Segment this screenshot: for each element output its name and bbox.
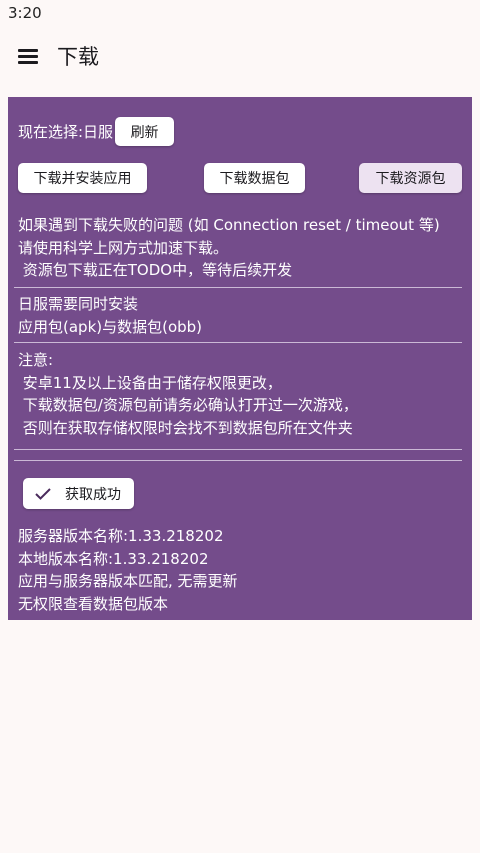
android-notice: 注意: 安卓11及以上设备由于储存权限更改， 下载数据包/资源包前请务必确认打开… [18,349,462,439]
version-info: 服务器版本名称:1.33.218202 本地版本名称:1.33.218202 应… [18,525,462,615]
notice-line: 日服需要同时安装 [18,295,139,313]
server-version: 服务器版本名称:1.33.218202 [18,527,224,545]
data-version-status: 无权限查看数据包版本 [18,594,169,613]
check-icon [35,487,51,500]
notice-line: 下载数据包/资源包前请务必确认打开过一次游戏， [18,396,358,414]
download-resource-button[interactable]: 下载资源包 [359,163,462,193]
divider [14,342,462,343]
divider [14,287,462,288]
notice-line: 安卓11及以上设备由于储存权限更改， [18,373,282,392]
server-select-label: 现在选择:日服 [18,123,114,141]
notice-line: 资源包下载正在TODO中，等待后续开发 [18,261,293,279]
version-match-status: 应用与服务器版本匹配, 无需更新 [18,572,238,590]
permission-success-button[interactable]: 获取成功 [23,478,134,509]
status-bar: 3:20 [0,0,480,26]
install-notice: 日服需要同时安装 应用包(apk)与数据包(obb) [18,293,462,338]
status-time: 3:20 [8,4,42,22]
permission-success-label: 获取成功 [65,486,121,503]
notice-line: 请使用科学上网方式加速下载。 [18,238,229,257]
divider [14,449,462,450]
download-install-app-button[interactable]: 下载并安装应用 [18,163,147,193]
notice-line: 否则在获取存储权限时会找不到数据包所在文件夹 [18,418,353,437]
download-data-button[interactable]: 下载数据包 [204,163,305,193]
server-select-row: 现在选择:日服 刷新 [18,117,175,146]
hamburger-menu-icon[interactable] [18,48,40,65]
divider [14,460,462,461]
refresh-button[interactable]: 刷新 [115,117,175,146]
local-version: 本地版本名称:1.33.218202 [18,549,209,568]
network-notice: 如果遇到下载失败的问题 (如 Connection reset / timeou… [18,214,462,282]
download-panel: 现在选择:日服 刷新 下载并安装应用 下载数据包 下载资源包 如果遇到下载失败的… [8,97,472,620]
notice-line: 注意: [18,351,54,369]
top-app-bar: 下载 [0,26,480,86]
page-title: 下载 [57,45,99,69]
notice-line: 如果遇到下载失败的问题 (如 Connection reset / timeou… [18,216,440,234]
notice-line: 应用包(apk)与数据包(obb) [18,317,203,336]
